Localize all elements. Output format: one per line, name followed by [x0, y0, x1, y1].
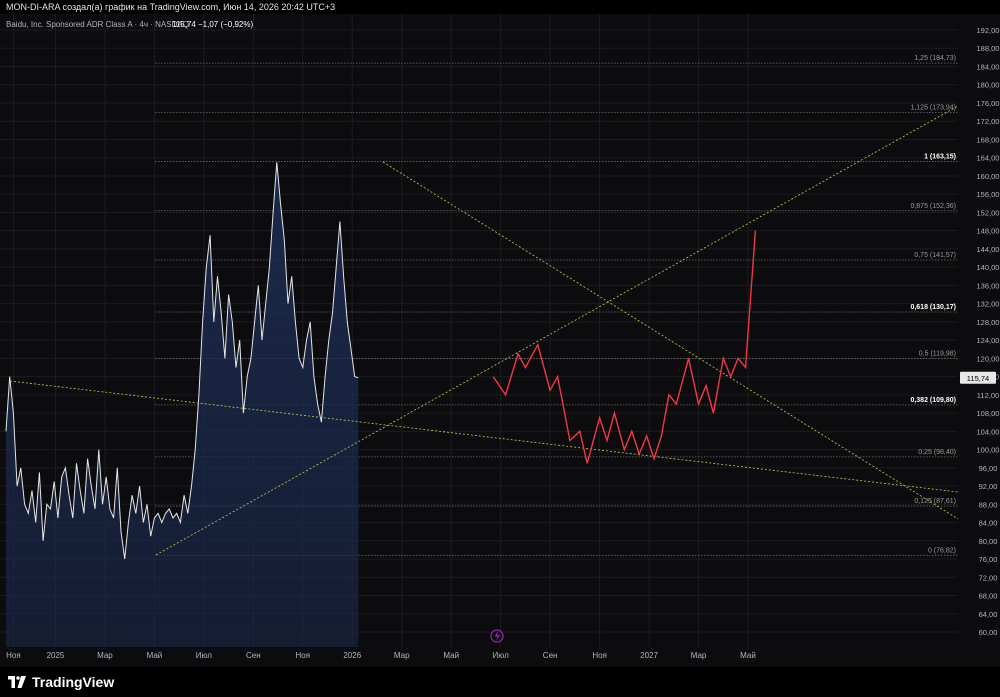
tradingview-logo-icon[interactable] [8, 676, 26, 688]
projection-path [492, 230, 757, 464]
fib-level-label: 0,875 (152,36) [910, 203, 956, 210]
price-tick-label: 164,00 [977, 154, 1000, 163]
price-tick-label: 128,00 [977, 318, 1000, 327]
price-axis[interactable]: 192,00 188,00 184,00 180,00 176,00 172,00 168,… [959, 14, 1000, 667]
price-tick-label: 120,00 [977, 354, 1000, 363]
price-tick-label: 80,00 [979, 537, 998, 546]
price-tick-label: 188,00 [977, 44, 1000, 53]
time-tick-label: Мар [97, 651, 113, 660]
price-tick-label: 132,00 [977, 300, 1000, 309]
fib-level-label: 1,125 (173,94) [910, 104, 956, 111]
price-tick-label: 180,00 [977, 81, 1000, 90]
price-tick-label: 152,00 [977, 208, 1000, 217]
time-axis-bg [0, 647, 958, 667]
fib-level-label: 1,25 (184,73) [914, 55, 956, 62]
time-tick-label: Сен [246, 651, 261, 660]
fib-level-label: 0 (76,82) [928, 547, 956, 554]
time-tick-label: Май [740, 651, 756, 660]
price-tick-label: 156,00 [977, 190, 1000, 199]
legend-last-price: 115,74 [172, 20, 196, 29]
footer: TradingView [0, 667, 1000, 697]
fib-level-label: 0,25 (98,40) [918, 449, 956, 456]
time-tick-label: Ноя [592, 651, 607, 660]
price-tick-label: 160,00 [977, 172, 1000, 181]
price-tick-label: 108,00 [977, 409, 1000, 418]
price-tick-label: 172,00 [977, 117, 1000, 126]
time-tick-label: Июл [493, 651, 510, 660]
chart-area[interactable]: 1,25 (184,73) 1,125 (173,94) 1 (163,15) 0,8… [0, 14, 1000, 667]
trendlines [9, 105, 959, 556]
time-tick-label: Май [443, 651, 459, 660]
chart-header: MON-DI-ARA создал(а) график на TradingVi… [0, 0, 1000, 14]
time-tick-label: Май [147, 651, 163, 660]
time-tick-label: Сен [543, 651, 558, 660]
current-price-label: 115,74 [967, 374, 989, 383]
price-tick-label: 136,00 [977, 281, 1000, 290]
price-tick-label: 100,00 [977, 446, 1000, 455]
price-tick-label: 124,00 [977, 336, 1000, 345]
price-tick-label: 64,00 [979, 610, 998, 619]
time-tick-label: 2027 [640, 651, 658, 660]
time-tick-label: Ноя [296, 651, 311, 660]
legend-change: −1,07 (−0,92%) [198, 20, 253, 29]
fib-level-label: 0,75 (141,57) [914, 252, 956, 259]
price-tick-label: 176,00 [977, 99, 1000, 108]
time-tick-label: Мар [691, 651, 707, 660]
time-tick-label: 2026 [343, 651, 361, 660]
price-tick-label: 104,00 [977, 427, 1000, 436]
price-tick-label: 88,00 [979, 500, 998, 509]
price-tick-label: 148,00 [977, 227, 1000, 236]
price-tick-label: 60,00 [979, 628, 998, 637]
price-tick-label: 76,00 [979, 555, 998, 564]
brand-name: TradingView [32, 674, 115, 690]
fib-level-label: 0,382 (109,80) [910, 397, 956, 404]
price-tick-label: 168,00 [977, 135, 1000, 144]
time-tick-label: Ноя [6, 651, 21, 660]
price-tick-label: 84,00 [979, 519, 998, 528]
price-tick-label: 144,00 [977, 245, 1000, 254]
price-chart[interactable]: 1,25 (184,73) 1,125 (173,94) 1 (163,15) 0,8… [0, 14, 1000, 667]
price-tick-label: 96,00 [979, 464, 998, 473]
fib-level-label: 1 (163,15) [924, 154, 956, 161]
chart-header-title: MON-DI-ARA создал(а) график на TradingVi… [6, 2, 336, 12]
price-tick-label: 92,00 [979, 482, 998, 491]
time-tick-label: Мар [394, 651, 410, 660]
fib-level-label: 0,125 (87,61) [914, 498, 956, 505]
price-tick-label: 184,00 [977, 62, 1000, 71]
price-tick-label: 140,00 [977, 263, 1000, 272]
time-tick-label: Июл [196, 651, 213, 660]
price-tick-label: 72,00 [979, 573, 998, 582]
trendline [9, 380, 959, 493]
legend-symbol: Baidu, Inc. Sponsored ADR Class A · 4ч ·… [6, 20, 189, 29]
legend: Baidu, Inc. Sponsored ADR Class A · 4ч ·… [6, 20, 253, 29]
projection-line [492, 230, 757, 464]
time-tick-label: 2025 [47, 651, 65, 660]
fib-level-label: 0,5 (119,98) [919, 350, 956, 357]
time-axis[interactable]: Ноя 2025 Мар Май Июл Сен Ноя 2026 Мар Май Июл Сен Но… [0, 647, 958, 667]
price-tick-label: 192,00 [977, 26, 1000, 35]
price-tick-label: 112,00 [977, 391, 999, 400]
fib-level-label: 0,618 (130,17) [910, 304, 956, 311]
price-tick-label: 68,00 [979, 592, 998, 601]
